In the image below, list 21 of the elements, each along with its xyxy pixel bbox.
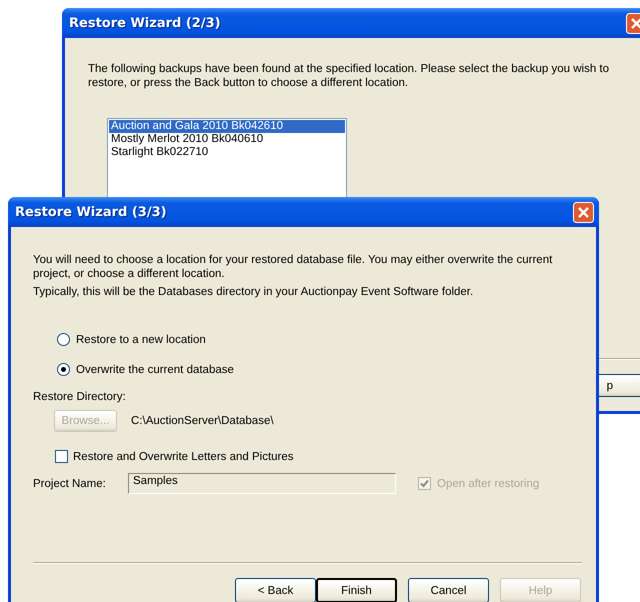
- field-label: Project Name:: [33, 478, 107, 490]
- checkbox[interactable]: [55, 450, 68, 463]
- radio-button[interactable]: [57, 333, 70, 346]
- radio-button[interactable]: [57, 363, 70, 376]
- instruction-text: You will need to choose a location for your restored database file. You may either overwrite the current project, or choose a different location.: [33, 253, 554, 281]
- project-name-field[interactable]: Samples: [128, 473, 396, 494]
- close-icon[interactable]: [573, 202, 594, 222]
- checkbox-label[interactable]: Restore and Overwrite Letters and Pictures: [73, 450, 294, 462]
- backup-item[interactable]: Auction and Gala 2010 Bk042610: [109, 120, 345, 133]
- radio-label[interactable]: Overwrite the current database: [76, 364, 234, 376]
- dialog-button[interactable]: Finish: [316, 578, 397, 602]
- window-title: Restore Wizard (2/3): [69, 16, 221, 30]
- directory-path: C:\AuctionServer\Database\: [131, 415, 274, 427]
- instruction-text: The following backups have been found at the specified location. Please select the backup you wish to restore, or press the Back button to choose a different location.: [88, 62, 610, 90]
- backup-item[interactable]: Mostly Merlot 2010 Bk040610: [109, 133, 345, 146]
- field-label: Restore Directory:: [33, 391, 127, 403]
- backup-item[interactable]: Starlight Bk022710: [109, 146, 345, 159]
- radio-label[interactable]: Restore to a new location: [76, 334, 206, 346]
- dialog-button[interactable]: < Back: [235, 578, 316, 602]
- instruction-text: Typically, this will be the Databases directory in your Auctionpay Event Software folder.: [33, 285, 474, 299]
- dialog-button[interactable]: Cancel: [408, 578, 489, 602]
